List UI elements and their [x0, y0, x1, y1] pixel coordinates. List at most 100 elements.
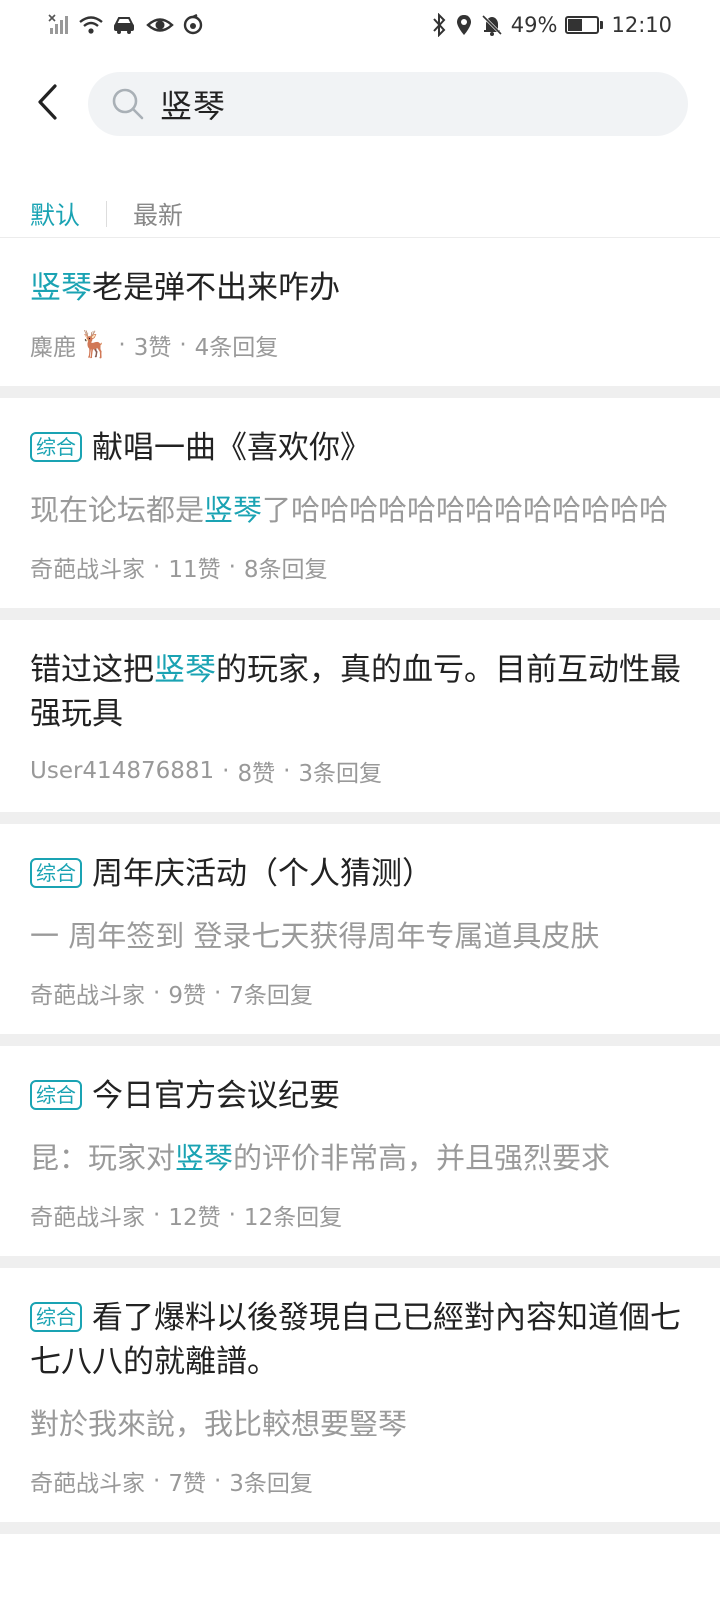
post-title: 综合 献唱一曲《喜欢你》	[30, 426, 690, 470]
post-likes: 9赞	[168, 983, 206, 1009]
status-right: 49% 12:10	[431, 13, 672, 37]
search-header: 竖琴	[0, 70, 720, 136]
meta-separator: ·	[153, 980, 161, 1006]
status-left	[48, 14, 204, 36]
battery-percent: 49%	[510, 13, 558, 37]
title-highlight: 竖琴	[30, 270, 92, 306]
post-excerpt: 對於我來說，我比較想要豎琴	[30, 1402, 690, 1446]
meta-separator: ·	[153, 554, 161, 580]
post-excerpt: 昆：玩家对竖琴的评价非常高，并且强烈要求	[30, 1136, 690, 1180]
post-author: 奇葩战斗家	[30, 1205, 145, 1231]
excerpt-highlight: 竖琴	[204, 493, 263, 527]
post-author: 奇葩战斗家	[30, 557, 145, 583]
search-icon	[112, 88, 144, 120]
post-replies: 4条回复	[194, 335, 279, 361]
post-list: 竖琴老是弹不出来咋办 麋鹿 🦌 · 3赞 · 4条回复 综合 献唱一曲《喜欢你》 现在论坛都…	[0, 238, 720, 1534]
post-title: 竖琴老是弹不出来咋办	[30, 266, 690, 310]
post-meta: 麋鹿 🦌 · 3赞 · 4条回复	[30, 328, 690, 362]
car-icon	[114, 17, 134, 34]
post-likes: 12赞	[168, 1205, 221, 1231]
clock: 12:10	[611, 13, 672, 37]
post-title: 错过这把竖琴的玩家，真的血亏。目前互动性最强玩具	[30, 648, 690, 736]
meta-separator: ·	[153, 1202, 161, 1228]
battery-fill	[568, 19, 583, 31]
excerpt-text: 了哈哈哈哈哈哈哈哈哈哈哈哈哈	[262, 493, 669, 527]
status-bar: 49% 12:10	[0, 0, 720, 50]
category-tag: 综合	[30, 858, 82, 888]
title-text: 错过这把	[30, 652, 154, 688]
post-likes: 7赞	[168, 1471, 206, 1497]
excerpt-highlight: 竖琴	[175, 1141, 234, 1175]
deer-emoji-icon: 🦌	[78, 330, 111, 360]
battery-icon	[565, 16, 604, 34]
title-text: 今日官方会议纪要	[92, 1078, 340, 1114]
title-text: 献唱一曲《喜欢你》	[92, 430, 371, 466]
excerpt-text: 的评价非常高，并且强烈要求	[233, 1141, 611, 1175]
post-meta: User414876881 · 8赞 · 3条回复	[30, 754, 690, 788]
post-item[interactable]: 综合 周年庆活动（个人猜测） 一 周年签到 登录七天获得周年专属道具皮肤 奇葩战斗…	[0, 824, 720, 1046]
tab-latest[interactable]: 最新	[133, 196, 183, 232]
mute-bell-icon	[481, 14, 502, 36]
back-button[interactable]	[28, 82, 68, 122]
chevron-left-icon	[38, 84, 57, 120]
signal-off-icon	[48, 14, 68, 34]
post-author: 奇葩战斗家	[30, 983, 145, 1009]
post-replies: 8条回复	[243, 557, 328, 583]
category-tag: 综合	[30, 1080, 82, 1110]
title-text: 看了爆料以後發現自己已經對內容知道個七七八八的就離譜。	[30, 1300, 681, 1380]
tab-default[interactable]: 默认	[30, 196, 80, 232]
excerpt-text: 昆：玩家对	[30, 1141, 176, 1175]
post-excerpt: 现在论坛都是竖琴了哈哈哈哈哈哈哈哈哈哈哈哈哈	[30, 488, 690, 532]
search-query: 竖琴	[160, 87, 227, 125]
post-meta: 奇葩战斗家 · 12赞 · 12条回复	[30, 1198, 690, 1232]
post-likes: 8赞	[237, 761, 276, 787]
post-title: 综合 周年庆活动（个人猜测）	[30, 852, 690, 896]
excerpt-text: 對於我來說，我比較想要豎琴	[30, 1407, 408, 1441]
meta-separator: ·	[118, 332, 126, 358]
battery-tip	[600, 21, 604, 29]
post-item[interactable]: 综合 献唱一曲《喜欢你》 现在论坛都是竖琴了哈哈哈哈哈哈哈哈哈哈哈哈哈 奇葩战斗家…	[0, 398, 720, 620]
post-meta: 奇葩战斗家 · 7赞 · 3条回复	[30, 1464, 690, 1498]
title-highlight: 竖琴	[154, 652, 216, 688]
excerpt-text: 一 周年签到 登录七天获得周年专属道具皮肤	[30, 919, 600, 953]
post-likes: 3赞	[133, 335, 172, 361]
eye-icon	[146, 18, 174, 32]
tab-divider	[106, 200, 108, 227]
meta-separator: ·	[283, 758, 291, 784]
post-item[interactable]: 综合 今日官方会议纪要 昆：玩家对竖琴的评价非常高，并且强烈要求 奇葩战斗家 · 12…	[0, 1046, 720, 1268]
meta-separator: ·	[153, 1468, 161, 1494]
post-replies: 3条回复	[229, 1471, 313, 1497]
post-replies: 12条回复	[243, 1205, 343, 1231]
meta-separator: ·	[179, 332, 187, 358]
post-meta: 奇葩战斗家 · 9赞 · 7条回复	[30, 976, 690, 1010]
sync-icon	[183, 14, 203, 35]
post-title: 综合 看了爆料以後發現自己已經對內容知道個七七八八的就離譜。	[30, 1296, 690, 1384]
search-input[interactable]: 竖琴	[88, 72, 688, 136]
post-replies: 3条回复	[298, 761, 383, 787]
post-likes: 11赞	[168, 557, 221, 583]
post-item[interactable]: 竖琴老是弹不出来咋办 麋鹿 🦌 · 3赞 · 4条回复	[0, 238, 720, 398]
post-replies: 7条回复	[229, 983, 313, 1009]
wifi-icon	[79, 16, 103, 34]
post-author: User414876881	[30, 758, 215, 784]
post-author: 麋鹿	[30, 335, 76, 361]
meta-separator: ·	[222, 758, 230, 784]
bluetooth-icon	[433, 13, 446, 37]
location-icon	[456, 15, 471, 35]
category-tag: 综合	[30, 1302, 82, 1332]
meta-separator: ·	[213, 1468, 222, 1494]
battery-body	[565, 16, 600, 34]
post-excerpt: 一 周年签到 登录七天获得周年专属道具皮肤	[30, 914, 690, 958]
sort-tabs: 默认 最新	[0, 190, 720, 238]
excerpt-text: 现在论坛都是	[30, 493, 205, 527]
post-author: 奇葩战斗家	[30, 1471, 145, 1497]
title-text: 周年庆活动（个人猜测）	[92, 856, 433, 892]
meta-separator: ·	[213, 980, 222, 1006]
post-item[interactable]: 综合 看了爆料以後發現自己已經對內容知道個七七八八的就離譜。 對於我來說，我比較想…	[0, 1268, 720, 1534]
post-meta: 奇葩战斗家 · 11赞 · 8条回复	[30, 550, 690, 584]
title-text: 老是弹不出来咋办	[92, 270, 340, 306]
category-tag: 综合	[30, 432, 82, 462]
meta-separator: ·	[228, 1202, 236, 1228]
post-title: 综合 今日官方会议纪要	[30, 1074, 690, 1118]
post-item[interactable]: 错过这把竖琴的玩家，真的血亏。目前互动性最强玩具 User414876881 · 8…	[0, 620, 720, 824]
